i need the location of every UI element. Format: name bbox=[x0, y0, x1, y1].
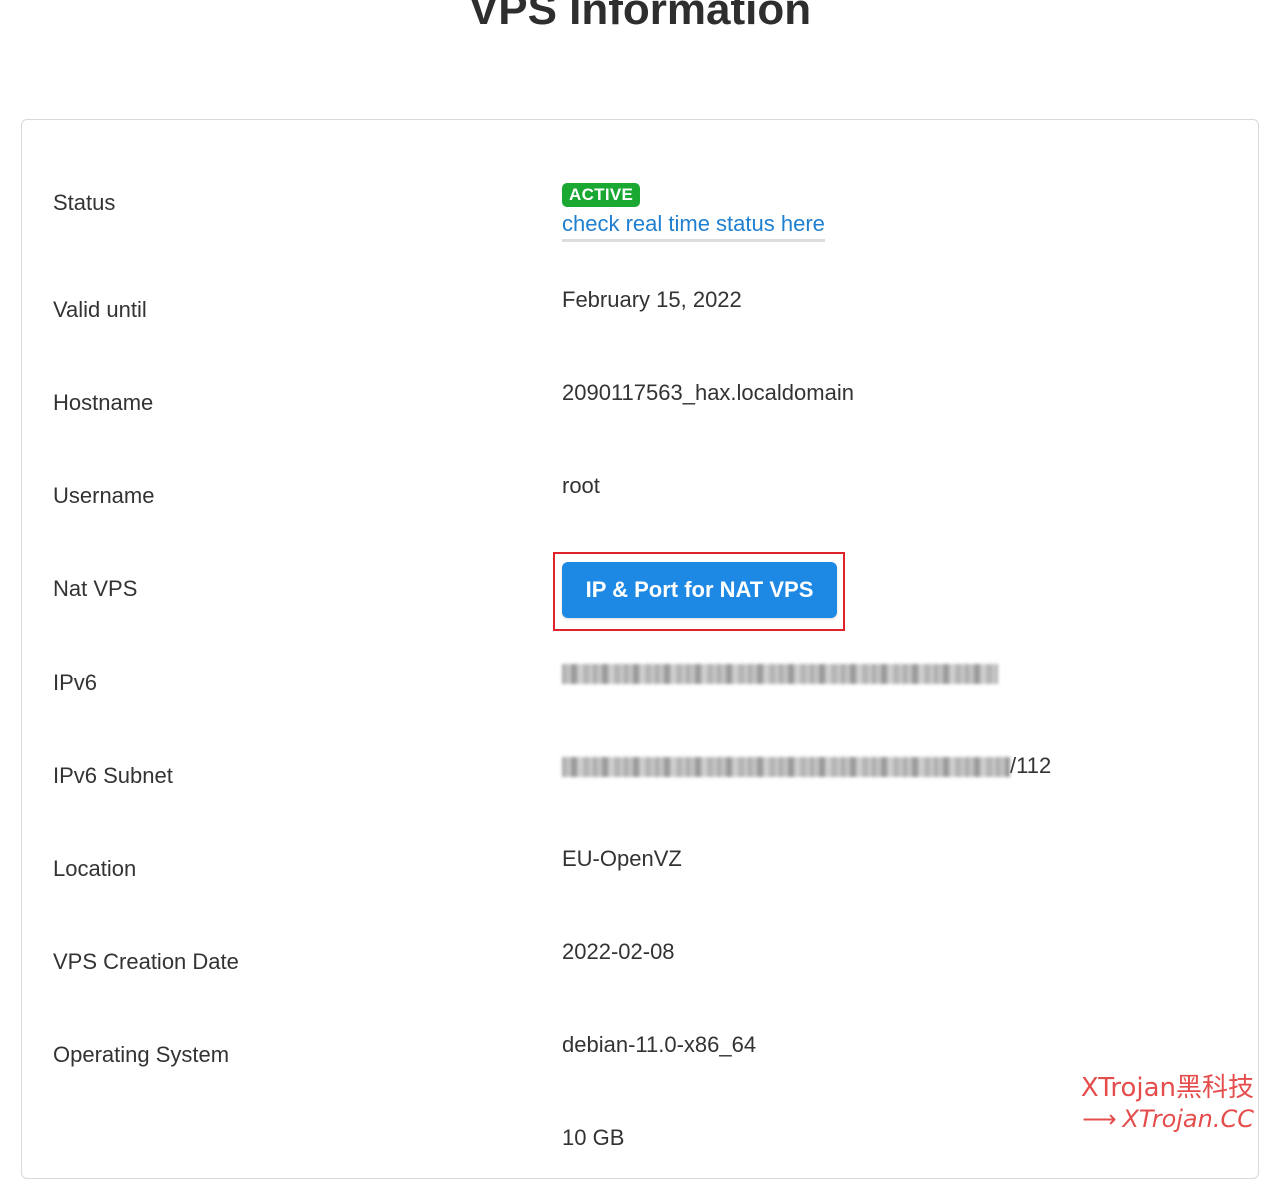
ipv6-subnet-suffix: /112 bbox=[1010, 753, 1052, 778]
hostname-value: 2090117563_hax.localdomain bbox=[562, 380, 854, 405]
hostname-label: Hostname bbox=[53, 390, 154, 415]
username-value: root bbox=[562, 473, 600, 498]
username-label: Username bbox=[53, 483, 155, 508]
ipv6-subnet-value: /112 bbox=[562, 753, 1051, 779]
status-badge: ACTIVE bbox=[562, 183, 641, 207]
status-label: Status bbox=[53, 190, 116, 215]
realtime-status-link[interactable]: check real time status here bbox=[562, 211, 825, 242]
ipv6-label: IPv6 bbox=[53, 670, 98, 695]
operating-system-label: Operating System bbox=[53, 1042, 230, 1067]
location-label: Location bbox=[53, 856, 137, 881]
ipv6-value bbox=[562, 660, 998, 686]
status-value: ACTIVE check real time status here bbox=[562, 180, 825, 242]
creation-date-label: VPS Creation Date bbox=[53, 949, 239, 974]
watermark-line1: XTrojan黑科技 bbox=[1080, 1073, 1254, 1103]
watermark-line2: ⟶ XTrojan.CC bbox=[1081, 1104, 1254, 1134]
valid-until-label: Valid until bbox=[53, 297, 147, 322]
valid-until-value: February 15, 2022 bbox=[562, 287, 742, 312]
nat-ip-port-button[interactable]: IP & Port for NAT VPS bbox=[562, 562, 837, 618]
location-value: EU-OpenVZ bbox=[562, 846, 682, 871]
redacted-ipv6-subnet bbox=[562, 757, 1010, 778]
nat-vps-label: Nat VPS bbox=[53, 576, 138, 601]
page-title: VPS Information bbox=[468, 0, 812, 34]
vps-info-card: Status ACTIVE check real time status her… bbox=[21, 119, 1259, 1179]
watermark-url: XTrojan.CC bbox=[1122, 1105, 1254, 1133]
redacted-ipv6 bbox=[562, 664, 998, 685]
arrow-icon: ⟶ bbox=[1082, 1105, 1117, 1133]
operating-system-value: debian-11.0-x86_64 bbox=[562, 1032, 757, 1057]
ipv6-subnet-label: IPv6 Subnet bbox=[53, 763, 173, 788]
disk-value: 10 GB bbox=[562, 1125, 625, 1150]
creation-date-value: 2022-02-08 bbox=[562, 939, 675, 964]
watermark: XTrojan黑科技 ⟶ XTrojan.CC bbox=[1081, 1072, 1254, 1134]
